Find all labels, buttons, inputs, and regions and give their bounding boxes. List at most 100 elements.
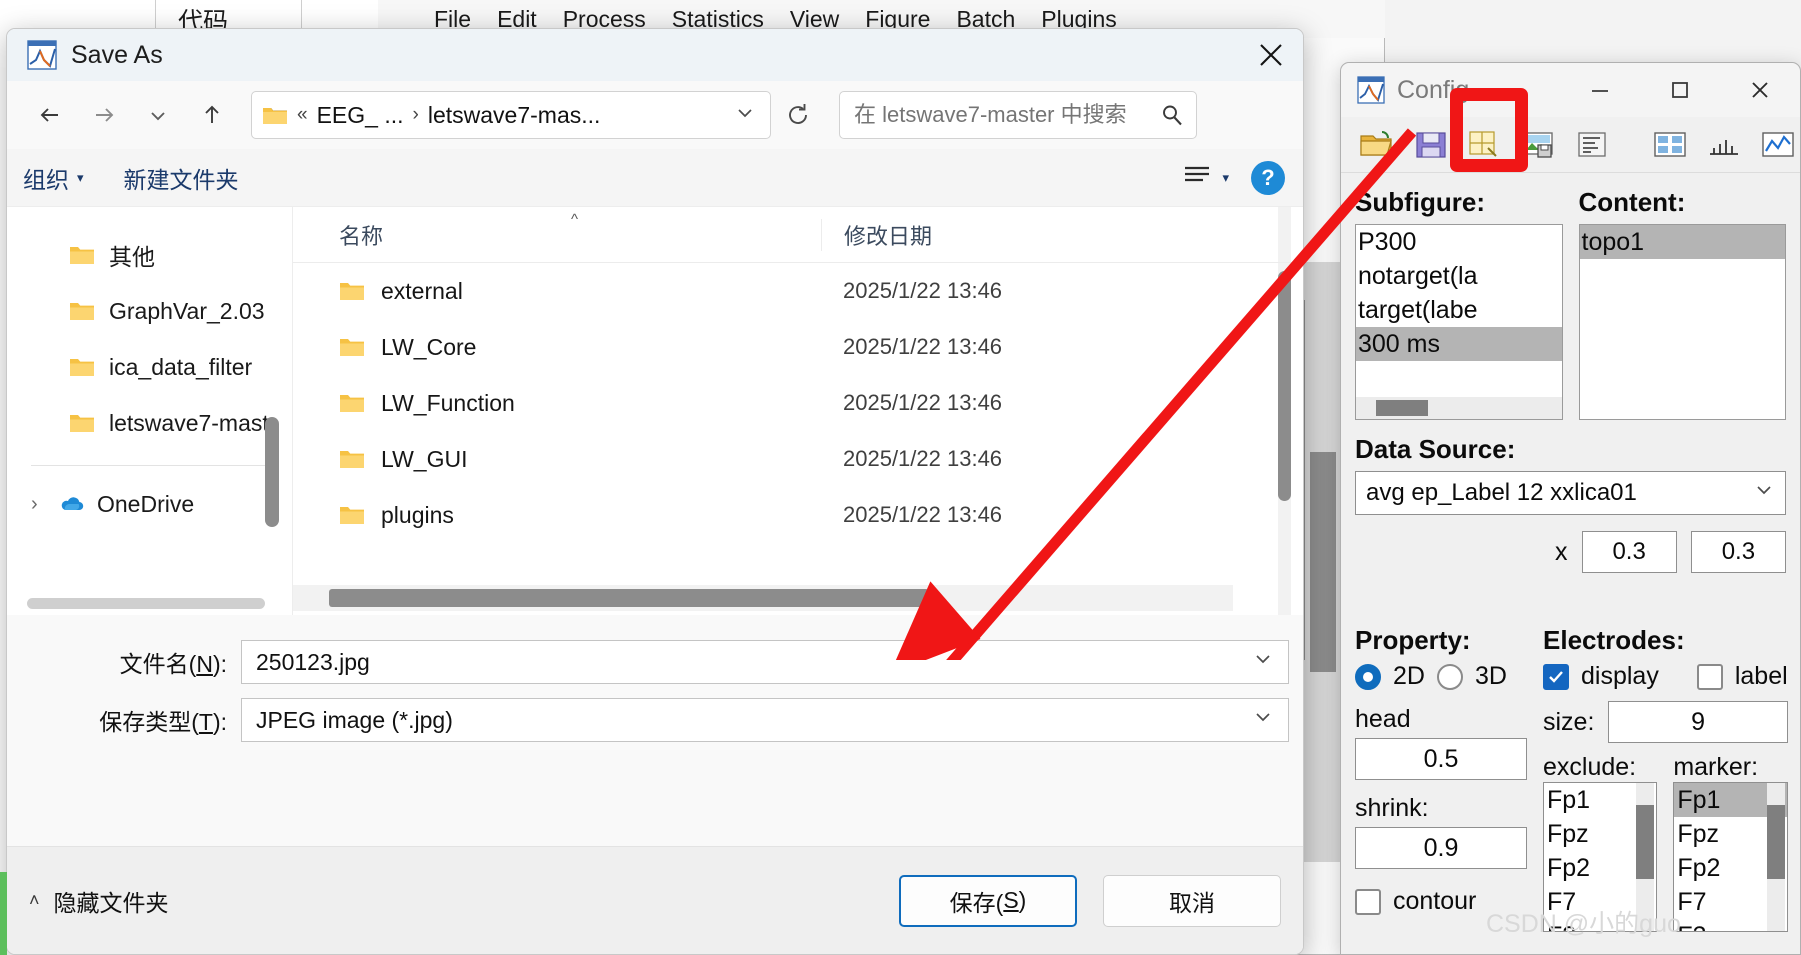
hide-folders-button[interactable]: ˄ 隐藏文件夹 [29,884,169,918]
tree-horizontal-scrollbar[interactable] [27,598,265,609]
x-input-2[interactable]: 0.3 [1690,531,1786,573]
file-list-horizontal-scrollbar[interactable] [329,589,929,607]
tree-item-label: letswave7-mast [109,409,269,436]
tree-item-2[interactable]: ica_data_filter [7,339,292,395]
file-date: 2025/1/22 13:46 [843,502,1003,527]
tree-item-0[interactable]: 其他 [7,227,292,283]
refresh-icon[interactable] [771,92,825,138]
table-row[interactable]: LW_Function 2025/1/22 13:46 [293,375,1303,431]
tree-vertical-scrollbar[interactable] [265,417,279,527]
close-icon[interactable] [1239,29,1303,81]
head-input[interactable]: 0.5 [1355,738,1527,780]
chevron-down-icon[interactable] [131,92,185,138]
table-row[interactable]: LW_GUI 2025/1/22 13:46 [293,431,1303,487]
marker-vertical-scrollbar[interactable] [1766,805,1785,879]
arrow-right-icon[interactable] [77,92,131,138]
content-listbox[interactable]: topo1 [1578,224,1786,420]
chevron-down-icon[interactable] [1252,648,1274,676]
save-as-fields: 文件名(N): 250123.jpg 保存类型(T): JPEG image (… [7,615,1303,885]
exclude-vertical-scrollbar[interactable] [1636,805,1655,879]
display-checkbox[interactable] [1543,663,1569,690]
contour-checkbox[interactable] [1355,888,1381,915]
list-item[interactable]: P300 [1356,225,1562,259]
file-list-vertical-scrollbar[interactable] [1278,271,1291,501]
file-date: 2025/1/22 13:46 [843,446,1003,471]
x-input-1[interactable]: 0.3 [1581,531,1677,573]
table-row[interactable]: external 2025/1/22 13:46 [293,263,1303,319]
savetype-label: 保存类型(T): [99,709,227,735]
help-icon[interactable]: ? [1251,160,1285,195]
properties-icon[interactable] [1571,125,1615,165]
label-label: label [1734,662,1788,690]
file-list: ^ 名称 修改日期 external 2025/1/22 13:46 LW_Co… [293,207,1303,615]
list-item-selected[interactable]: 300 ms [1356,327,1562,361]
close-icon[interactable] [1720,63,1800,117]
cancel-button[interactable]: 取消 [1103,874,1281,927]
minimize-icon[interactable] [1560,63,1640,117]
radio-3d[interactable] [1436,663,1463,690]
column-header-date[interactable]: 修改日期 [821,218,1121,251]
column-header-name[interactable]: 名称 [293,219,821,251]
organize-button[interactable]: 组织 ▾ [23,161,84,195]
list-item-selected[interactable]: topo1 [1579,225,1785,259]
onedrive-icon [59,493,85,515]
file-date: 2025/1/22 13:46 [843,390,1003,415]
filename-input[interactable]: 250123.jpg [241,640,1289,684]
plot-icon[interactable] [1756,125,1800,165]
breadcrumb-item-1[interactable]: letswave7-mas... [428,102,601,129]
maximize-icon[interactable] [1640,63,1720,117]
subplot-grid-icon[interactable] [1648,125,1692,165]
search-icon[interactable] [1160,103,1184,127]
subfigure-listbox[interactable]: P300 notarget(la target(labe 300 ms [1355,224,1563,420]
radio-2d[interactable] [1355,663,1381,690]
config-toolbar [1341,117,1800,173]
chevron-down-icon[interactable]: ▾ [1222,170,1229,186]
breadcrumb-item-0[interactable]: EEG_ ... [317,102,404,129]
savetype-select[interactable]: JPEG image (*.jpg) [241,698,1289,742]
save-as-title-bar: Save As [7,29,1303,81]
file-name: LW_Function [381,389,515,416]
content-label: Content: [1578,187,1686,217]
tree-item-label: 其他 [109,244,155,270]
background-scroll-thumb[interactable] [1310,452,1336,672]
table-row[interactable]: LW_Core 2025/1/22 13:46 [293,319,1303,375]
tree-divider [31,465,268,466]
arrow-up-icon[interactable] [185,92,239,138]
chevron-down-icon[interactable] [1252,706,1274,734]
matlab-icon [1357,76,1385,104]
arrow-left-icon[interactable] [23,92,77,138]
chevron-down-icon[interactable] [734,102,756,129]
subfigure-horizontal-scrollbar[interactable] [1376,400,1428,416]
savetype-value: JPEG image (*.jpg) [256,706,453,733]
table-row[interactable]: plugins 2025/1/22 13:46 [293,487,1303,543]
tree-item-3[interactable]: letswave7-mast [7,395,292,451]
address-bar[interactable]: « EEG_ ... › letswave7-mas... [251,91,771,139]
size-input[interactable]: 9 [1608,701,1788,743]
chevron-down-icon[interactable] [1753,479,1775,508]
savetype-row: 保存类型(T): JPEG image (*.jpg) [7,691,1303,749]
open-folder-icon[interactable] [1355,125,1399,165]
label-checkbox[interactable] [1696,663,1723,690]
search-input[interactable] [852,101,1160,129]
shrink-input[interactable]: 0.9 [1355,827,1527,869]
list-item[interactable]: target(labe [1356,293,1562,327]
new-folder-button[interactable]: 新建文件夹 [124,161,239,195]
view-options-button[interactable]: ▾ [1182,163,1229,192]
address-overflow[interactable]: « [297,104,308,126]
filename-row: 文件名(N): 250123.jpg [7,633,1303,691]
data-source-select[interactable]: avg ep_Label 12 xxlica01 [1355,471,1786,515]
tree-item-onedrive[interactable]: › OneDrive [7,476,292,532]
list-item[interactable]: notarget(la [1356,259,1562,293]
save-as-navigation-bar: « EEG_ ... › letswave7-mas... [7,81,1303,149]
list-view-icon [1182,163,1212,192]
electrodes-panel: Electrodes: display label size: 9 exclud… [1543,619,1788,932]
marker-listbox[interactable]: Fp1 Fpz Fp2 F7 F3 [1673,782,1788,932]
save-button[interactable]: 保存(S) [899,874,1077,927]
tree-item-1[interactable]: GraphVar_2.03 [7,283,292,339]
search-box[interactable] [839,91,1197,139]
axes-icon[interactable] [1702,125,1746,165]
save-icon[interactable] [1409,125,1453,165]
subfigure-panel: Subfigure: P300 notarget(la target(labe … [1355,181,1563,420]
chevron-right-icon[interactable]: › [31,493,47,516]
file-name: LW_Core [381,333,477,360]
